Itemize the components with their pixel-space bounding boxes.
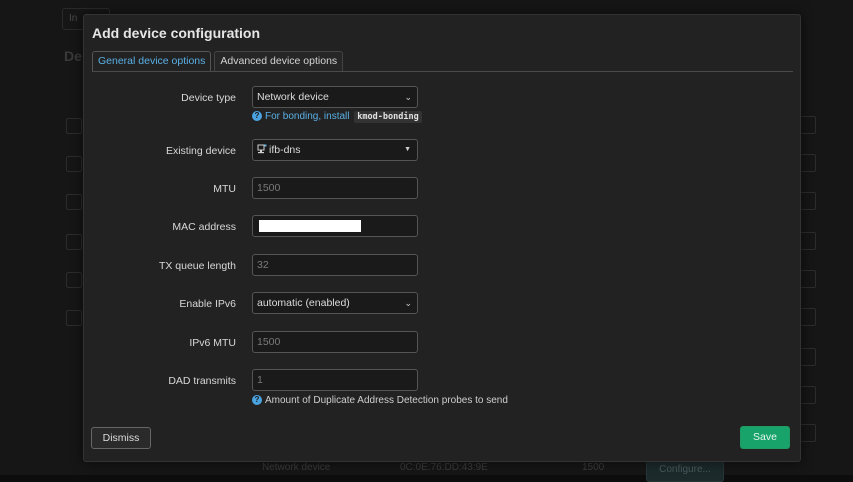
- background-mac-cell: 0C:0E:76:DD:43:9E: [400, 462, 488, 473]
- mtu-label: MTU: [213, 183, 236, 195]
- tab-general-options[interactable]: General device options: [92, 51, 212, 71]
- txqueue-input[interactable]: 32: [252, 254, 418, 276]
- device-type-select[interactable]: Network device ⌄: [252, 86, 418, 108]
- ipv6-select[interactable]: automatic (enabled) ⌄: [252, 292, 418, 314]
- background-configure-button: Configure...: [646, 460, 724, 482]
- existing-device-select[interactable]: ifb-dns ▼: [252, 139, 418, 161]
- dad-hint: ? Amount of Duplicate Address Detection p…: [252, 394, 508, 408]
- bonding-hint-text: For bonding, install: [265, 111, 350, 122]
- redaction-box: [259, 220, 361, 232]
- background-row-action: [800, 154, 816, 172]
- background-row-checkbox: [66, 272, 82, 288]
- ipv6-value: automatic (enabled): [257, 297, 350, 309]
- mtu-row: MTU 1500: [84, 177, 800, 201]
- help-icon: ?: [252, 395, 262, 406]
- txqueue-row: TX queue length 32: [84, 254, 800, 278]
- background-row-checkbox: [66, 234, 82, 250]
- mtu-input[interactable]: 1500: [252, 177, 418, 199]
- dad-label: DAD transmits: [168, 375, 236, 387]
- chevron-down-icon: ⌄: [404, 92, 412, 102]
- dad-row: DAD transmits 1: [84, 369, 800, 393]
- tab-advanced-options[interactable]: Advanced device options: [214, 51, 344, 71]
- dad-hint-text: Amount of Duplicate Address Detection pr…: [265, 395, 508, 406]
- bonding-hint: ? For bonding, install kmod-bonding: [252, 110, 422, 124]
- device-type-value: Network device: [257, 91, 329, 103]
- ipv6-mtu-input[interactable]: 1500: [252, 331, 418, 353]
- background-row-checkbox: [66, 310, 82, 326]
- background-row-action: [800, 232, 816, 250]
- add-device-modal: Add device configuration General device …: [83, 14, 801, 462]
- mac-label: MAC address: [172, 221, 236, 233]
- bonding-package-code: kmod-bonding: [354, 111, 422, 123]
- caret-down-icon: ▼: [404, 146, 411, 153]
- device-type-row: Device type Network device ⌄: [84, 86, 800, 110]
- mac-row: MAC address: [84, 215, 800, 239]
- background-heading: De: [64, 48, 82, 64]
- help-icon: ?: [252, 111, 262, 122]
- dad-input[interactable]: 1: [252, 369, 418, 391]
- background-row-action: [800, 116, 816, 134]
- network-device-icon: [257, 144, 267, 154]
- chevron-down-icon: ⌄: [404, 298, 412, 308]
- background-row-checkbox: [66, 194, 82, 210]
- background-device-cell: Network device: [262, 462, 331, 473]
- background-row-action: [800, 192, 816, 210]
- ipv6-row: Enable IPv6 automatic (enabled) ⌄: [84, 292, 800, 316]
- ipv6-label: Enable IPv6: [179, 298, 236, 310]
- tab-divider: [92, 71, 793, 72]
- dismiss-button[interactable]: Dismiss: [91, 427, 151, 449]
- background-row-action: [800, 348, 816, 366]
- background-mtu-cell: 1500: [582, 462, 605, 473]
- device-type-label: Device type: [181, 92, 236, 104]
- background-row-action: [800, 270, 816, 288]
- background-row-action: [800, 308, 816, 326]
- background-row-action: [800, 386, 816, 404]
- existing-device-value: ifb-dns: [269, 144, 301, 156]
- mac-input[interactable]: [252, 215, 418, 237]
- txqueue-label: TX queue length: [158, 260, 236, 272]
- background-row-checkbox: [66, 118, 82, 134]
- existing-device-row: Existing device ifb-dns ▼: [84, 139, 800, 163]
- background-row-action: [800, 424, 816, 442]
- ipv6-mtu-label: IPv6 MTU: [189, 337, 236, 349]
- ipv6-mtu-row: IPv6 MTU 1500: [84, 331, 800, 355]
- existing-device-label: Existing device: [165, 145, 236, 157]
- tab-bar: General device options Advanced device o…: [92, 51, 346, 71]
- background-row-checkbox: [66, 156, 82, 172]
- save-button[interactable]: Save: [740, 426, 790, 449]
- modal-title: Add device configuration: [92, 25, 261, 41]
